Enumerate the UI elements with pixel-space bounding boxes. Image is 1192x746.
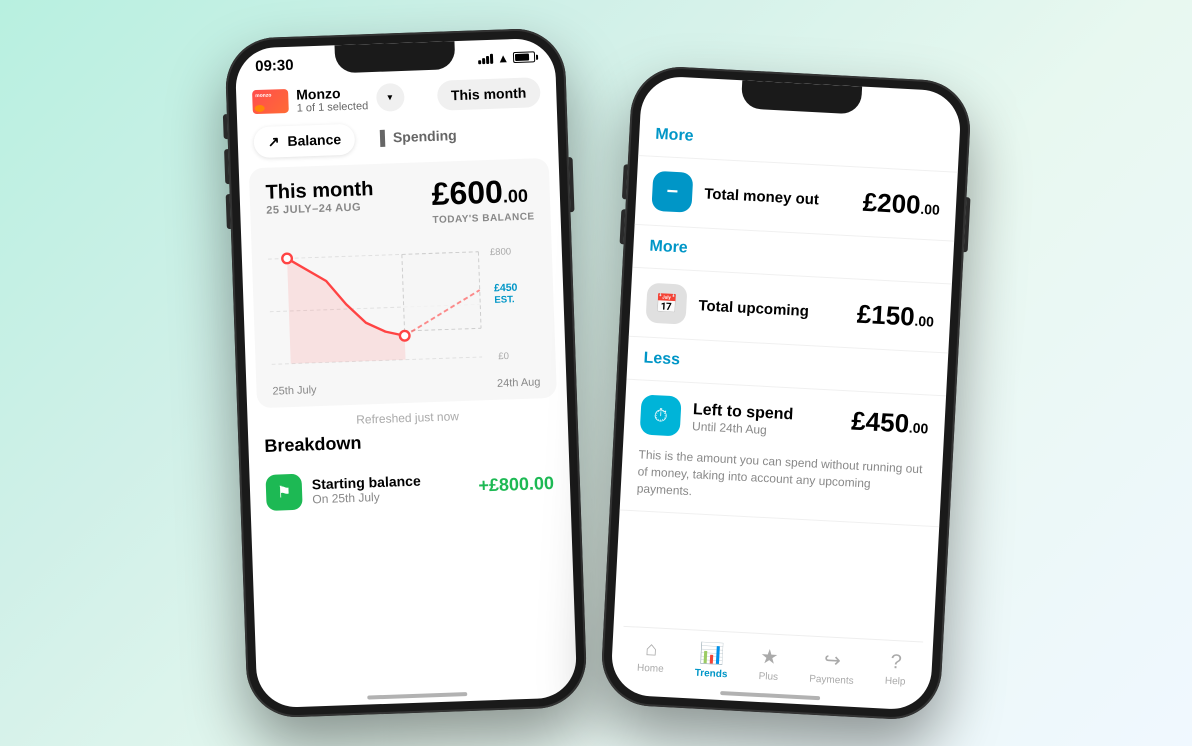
upcoming-small: .00 [914,312,934,329]
right-vol-down[interactable] [620,209,626,244]
breakdown-item-amount: +£800.00 [478,472,554,496]
left-to-spend-amount: £450.00 [851,405,930,440]
volume-up-button[interactable] [224,149,229,184]
tab-balance[interactable]: ↗ Balance [253,124,355,159]
chart-label-end: 24th Aug [497,376,541,390]
balance-section: This month 25 JULY–24 AUG £600.00 TODAY'… [249,158,557,408]
breakdown-section: Breakdown ⚑ Starting balance On 25th Jul… [248,425,571,519]
breakdown-item-text: Starting balance On 25th July [312,471,469,506]
right-power[interactable] [964,197,971,252]
svg-text:£0: £0 [498,351,509,362]
home-nav-icon: ⌂ [645,638,658,662]
this-month-button[interactable]: This month [436,77,540,111]
nav-help-label: Help [885,676,906,688]
money-out-big: £200 [862,186,921,219]
breakdown-item[interactable]: ⚑ Starting balance On 25th July +£800.00 [265,457,555,519]
account-selector[interactable]: Monzo 1 of 1 selected ▾ [252,83,404,116]
phones-container: 09:30 ▲ [236,33,956,713]
money-out-small: .00 [920,200,940,217]
wifi-icon: ▲ [497,51,509,65]
chart-area: £450 EST. £800 £0 [267,232,540,381]
today-label: TODAY'S BALANCE [432,211,534,226]
calendar-icon: 📅 [655,293,678,315]
home-indicator [367,692,467,699]
nav-plus-label: Plus [758,671,778,683]
chart-label-start: 25th July [272,384,316,398]
money-out-label: Total money out [704,185,819,208]
nav-trends[interactable]: 📊 Trends [694,641,729,681]
money-out-amount: £200.00 [862,186,941,221]
nav-home[interactable]: ⌂ Home [637,638,666,677]
upcoming-icon: 📅 [645,283,687,325]
trends-nav-icon: 📊 [699,641,725,667]
left-screen: 09:30 ▲ [235,38,578,709]
balance-cents: .00 [503,186,529,207]
monzo-card-icon [252,89,289,114]
nav-help[interactable]: ? Help [884,651,907,690]
trend-icon: ↗ [268,133,280,149]
left-to-spend-desc: This is the amount you can spend without… [636,442,926,511]
lts-small: .00 [908,419,928,436]
left-phone: 09:30 ▲ [224,27,588,718]
help-nav-icon: ? [890,651,902,675]
right-phone: More − Total money out £200.00 More [599,65,972,722]
starting-balance-icon: ⚑ [265,474,302,511]
right-home-indicator [720,691,820,700]
silent-switch [223,114,228,139]
nav-payments-label: Payments [809,674,854,687]
balance-header: This month 25 JULY–24 AUG £600.00 TODAY'… [265,172,535,231]
minus-icon: − [666,180,679,204]
upcoming-amount: £150.00 [856,298,935,333]
svg-text:EST.: EST. [494,294,515,306]
left-to-spend-icon: ⏱ [640,394,682,436]
clock-icon: ⏱ [653,405,668,427]
left-to-spend-section[interactable]: ⏱ Left to spend Until 24th Aug £450.00 T… [620,380,946,528]
nav-home-label: Home [637,663,664,675]
right-screen: More − Total money out £200.00 More [610,75,962,711]
flag-icon: ⚑ [277,482,292,502]
bottom-nav: ⌂ Home 📊 Trends ★ Plus ↪ Payments ? H [621,626,923,697]
balance-amount: £600.00 [431,172,534,213]
volume-down-button[interactable] [226,194,231,229]
status-icons: ▲ [478,50,535,66]
nav-plus[interactable]: ★ Plus [758,644,779,683]
power-button[interactable] [569,157,575,212]
signal-icon [478,53,493,64]
date-range: 25 JULY–24 AUG [266,201,374,217]
right-vol-up[interactable] [622,164,628,199]
balance-main: £600 [431,174,503,212]
nav-trends-label: Trends [694,668,727,681]
chevron-down-icon: ▾ [387,92,392,103]
svg-text:£450: £450 [494,282,518,295]
bar-chart-icon: ▐ [375,130,385,146]
money-out-icon: − [651,171,693,213]
balance-chart: £450 EST. £800 £0 [267,232,540,381]
account-sub: 1 of 1 selected [296,100,368,114]
battery-icon [513,51,535,63]
lts-big: £450 [851,405,910,438]
svg-text:£800: £800 [490,246,512,258]
nav-payments[interactable]: ↪ Payments [809,647,855,687]
tab-spending[interactable]: ▐ Spending [361,120,472,155]
notch [335,41,456,73]
plus-nav-icon: ★ [760,644,779,670]
upcoming-label: Total upcoming [698,297,809,320]
account-info: Monzo 1 of 1 selected [296,84,368,114]
dropdown-button[interactable]: ▾ [375,83,404,112]
payments-nav-icon: ↪ [823,647,841,673]
status-time: 09:30 [255,57,294,75]
upcoming-big: £150 [856,298,915,331]
